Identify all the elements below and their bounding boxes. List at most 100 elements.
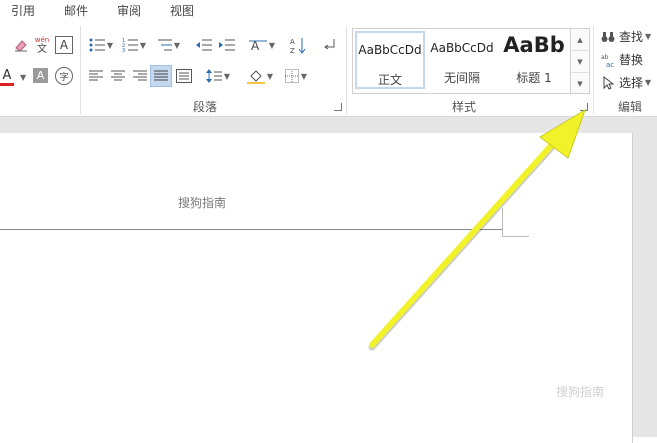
style-name-label: 正文 [377,73,402,87]
chevron-down-icon: ▼ [223,71,231,81]
chevron-down-icon: ▼ [268,40,276,50]
font-color-swatch [0,83,14,86]
align-right-icon [133,70,147,82]
multilevel-list-button[interactable]: ▼ [153,36,183,54]
shading-char: A [36,69,45,82]
align-center-icon [111,70,125,82]
svg-text:ac: ac [606,61,614,67]
align-center-button[interactable] [109,67,127,85]
align-right-button[interactable] [131,67,149,85]
select-label: 选择 [619,76,644,90]
chevron-down-icon: ▼ [106,40,114,50]
svg-text:A: A [290,38,295,46]
align-left-icon [89,70,103,82]
clear-format-button[interactable] [12,36,30,54]
ribbon-tab-bar: 引用 邮件 审阅 视图 [0,0,657,20]
tab-review[interactable]: 审阅 [117,2,141,19]
distributed-button[interactable] [175,67,193,85]
enclose-char: 字 [59,72,69,83]
font-color-button[interactable]: A [0,66,14,88]
borders-button[interactable]: ▼ [282,67,310,85]
tab-references[interactable]: 引用 [11,2,35,19]
sort-az-icon: AZ [290,36,306,54]
increase-indent-button[interactable] [218,36,236,54]
text-layout-icon: A [248,38,267,52]
decrease-indent-button[interactable] [195,36,213,54]
chevron-down-icon: ▼ [300,71,308,81]
styles-dialog-launcher[interactable] [580,103,588,111]
outdent-icon [196,38,212,52]
chevron-down-icon[interactable]: ▼ [20,73,26,82]
scroll-down-icon[interactable]: ▼ [571,51,589,73]
editing-group-label: 编辑 [618,100,643,114]
paragraph-dialog-launcher[interactable] [334,103,342,111]
group-separator [593,26,594,114]
style-normal[interactable]: AaBbCcDd 正文 [355,31,425,89]
show-marks-button[interactable] [320,35,338,53]
replace-button[interactable]: ab ac 替换 [600,51,643,68]
group-separator [346,26,347,114]
shading-button[interactable]: ▼ [245,66,275,86]
watermark-text: 搜狗指南 [556,385,605,399]
style-heading-1[interactable]: AaBb 标题 1 [499,31,569,89]
binoculars-icon [600,31,616,43]
cursor-arrow-icon [600,75,616,90]
select-button[interactable]: 选择 ▼ [600,74,651,91]
sort-button[interactable]: AZ [288,35,308,55]
justify-button[interactable] [150,65,172,87]
numbered-list-icon: 123 [122,38,138,52]
document-page[interactable]: 搜狗指南 [0,133,633,443]
chinese-layout-button[interactable]: A ▼ [247,36,277,54]
font-color-char: A [2,68,12,83]
page-header-text[interactable]: 搜狗指南 [178,194,226,211]
character-shading-button[interactable]: A [33,68,48,83]
line-spacing-icon [205,69,222,83]
chevron-down-icon: ▼ [645,78,652,87]
line-spacing-button[interactable]: ▼ [203,67,233,85]
chevron-down-icon: ▼ [139,40,147,50]
border-grid-icon [284,69,299,83]
multilevel-list-icon [156,38,172,52]
bullets-button[interactable]: ▼ [87,36,115,54]
phonetic-char: 文 [37,44,47,55]
scroll-up-icon[interactable]: ▲ [571,29,589,51]
paint-bucket-icon [246,68,265,84]
svg-text:Z: Z [290,47,295,54]
eraser-icon [13,37,29,53]
bullet-list-icon [89,38,105,52]
numbering-button[interactable]: 123 ▼ [120,36,148,54]
enclose-characters-button[interactable]: 字 [55,67,73,85]
gallery-scrollbar[interactable]: ▲ ▼ ▼ [570,29,589,93]
style-name-label: 无间隔 [443,71,480,85]
chevron-down-icon: ▼ [266,71,274,81]
tab-view[interactable]: 视图 [170,2,194,19]
svg-text:ab: ab [601,54,609,61]
indent-icon [219,38,235,52]
chevron-down-icon: ▼ [645,32,652,41]
ribbon: wén 文 A A ▼ A 字 ▼ 123 ▼ ▼ A ▼ A Z ▼ ▼ ▼ … [0,20,657,117]
gallery-more-icon[interactable]: ▼ [571,73,589,94]
style-name-label: 标题 1 [516,71,552,85]
styles-gallery: AaBbCcDd 正文 AaBbCcDd 无间隔 AaBb 标题 1 ▲ ▼ ▼ [352,28,590,94]
replace-label: 替换 [619,53,644,67]
tab-mailings[interactable]: 邮件 [64,2,88,19]
style-sample-text: AaBbCcDd [358,43,422,57]
find-label: 查找 [619,30,644,44]
phonetic-guide-button[interactable]: wén 文 [33,35,51,55]
replace-icon: ab ac [600,53,616,67]
group-separator [80,26,81,114]
style-sample-text: AaBbCcDd [430,41,494,55]
chevron-down-icon: ▼ [173,40,181,50]
svg-text:3: 3 [122,48,125,52]
find-button[interactable]: 查找 ▼ [600,28,651,45]
justify-icon [154,70,168,82]
character-border-button[interactable]: A [55,36,73,54]
style-sample-text: AaBb [503,33,565,57]
border-char: A [59,38,69,52]
align-left-button[interactable] [87,67,105,85]
paragraph-group-label: 段落 [193,100,218,114]
margin-corner-mark [502,208,529,237]
paragraph-mark-icon [322,37,336,51]
style-no-spacing[interactable]: AaBbCcDd 无间隔 [427,31,497,89]
header-divider-line [0,229,503,230]
